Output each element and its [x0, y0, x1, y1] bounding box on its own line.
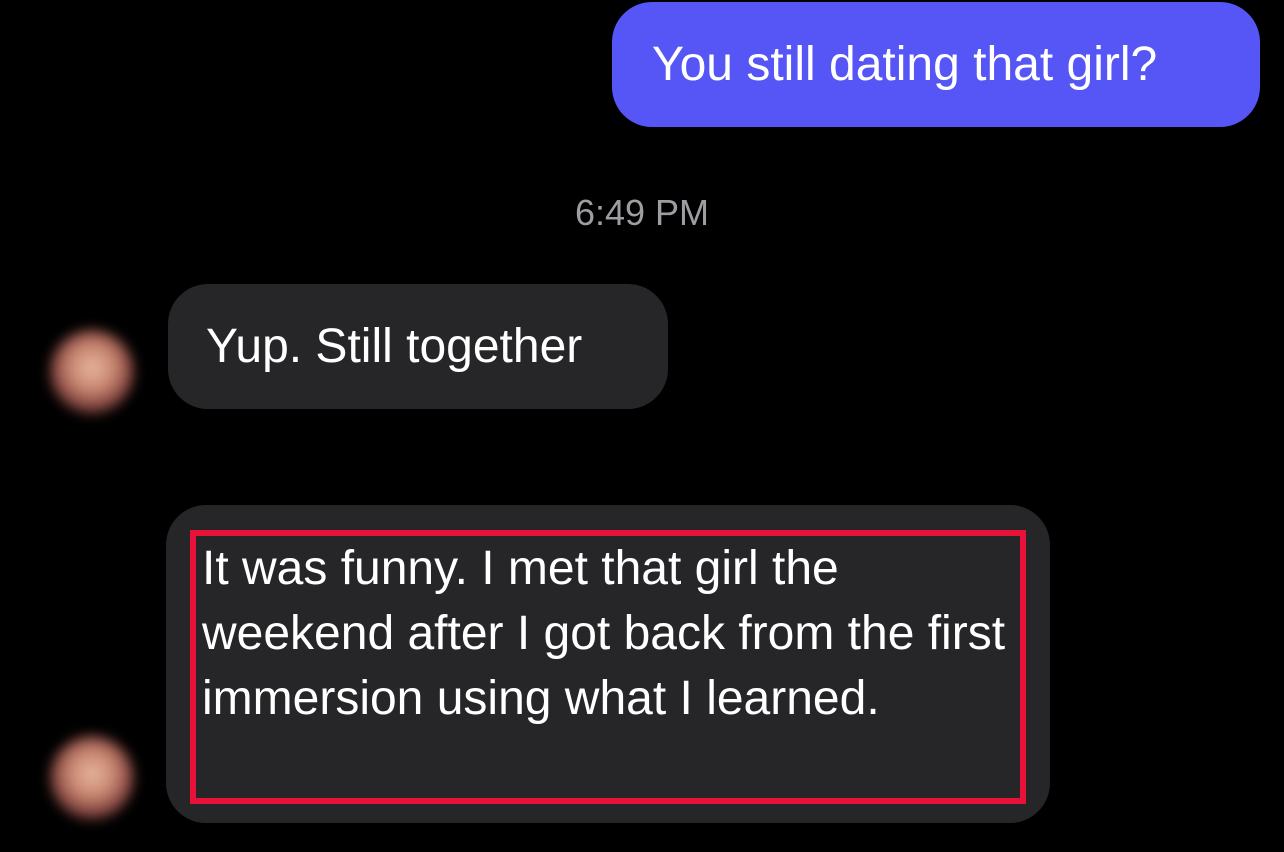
incoming-message-bubble[interactable]: Yup. Still together	[168, 284, 668, 409]
message-timestamp: 6:49 PM	[574, 192, 710, 233]
contact-avatar[interactable]	[50, 736, 134, 820]
outgoing-message-bubble[interactable]: You still dating that girl?	[612, 2, 1260, 127]
incoming-message-text-long: It was funny. I met that girl the weeken…	[202, 542, 1006, 725]
contact-avatar[interactable]	[50, 330, 134, 414]
incoming-message-text: Yup. Still together	[206, 320, 583, 373]
outgoing-message-text: You still dating that girl?	[652, 38, 1158, 91]
